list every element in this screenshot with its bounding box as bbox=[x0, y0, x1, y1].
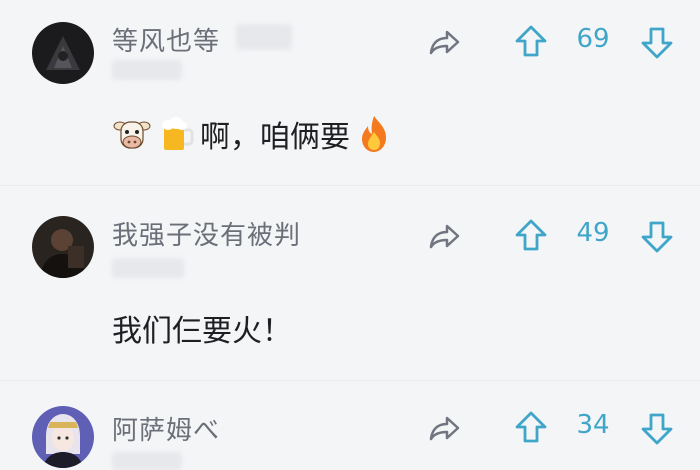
fire-icon bbox=[354, 114, 394, 154]
redacted-meta bbox=[112, 452, 182, 470]
like-count: 49 bbox=[576, 218, 610, 248]
avatar[interactable] bbox=[32, 22, 94, 84]
redacted-meta bbox=[112, 258, 184, 278]
divider bbox=[0, 185, 700, 186]
upvote-icon[interactable] bbox=[513, 22, 549, 62]
downvote-icon[interactable] bbox=[639, 408, 675, 448]
comment-text: 我们仨要火！ bbox=[112, 306, 292, 350]
username[interactable]: 等风也等 bbox=[112, 21, 220, 58]
like-count: 34 bbox=[576, 410, 610, 440]
comment-actions: 49 bbox=[425, 216, 685, 256]
upvote-icon[interactable] bbox=[513, 216, 549, 256]
share-icon[interactable] bbox=[425, 216, 465, 256]
upvote-icon[interactable] bbox=[513, 408, 549, 448]
downvote-icon[interactable] bbox=[639, 22, 675, 62]
redacted-username-tail bbox=[236, 24, 292, 50]
share-icon[interactable] bbox=[425, 22, 465, 62]
like-count: 69 bbox=[576, 24, 610, 54]
avatar[interactable] bbox=[32, 406, 94, 468]
divider bbox=[0, 380, 700, 381]
username[interactable]: 我强子没有被判 bbox=[112, 215, 301, 252]
username[interactable]: 阿萨姆べ bbox=[112, 410, 220, 447]
avatar[interactable] bbox=[32, 216, 94, 278]
share-icon[interactable] bbox=[425, 408, 465, 448]
beer-mug-icon bbox=[156, 114, 196, 154]
redacted-meta bbox=[112, 60, 182, 80]
comment-actions: 34 bbox=[425, 408, 685, 448]
downvote-icon[interactable] bbox=[639, 216, 675, 256]
comment-text: 啊，咱俩要 bbox=[112, 112, 394, 156]
cow-face-icon bbox=[112, 114, 152, 154]
comment-actions: 69 bbox=[425, 22, 685, 62]
comment-text-main: 我们仨要火！ bbox=[112, 314, 292, 349]
comment-text-main: 啊，咱俩要 bbox=[200, 120, 350, 155]
